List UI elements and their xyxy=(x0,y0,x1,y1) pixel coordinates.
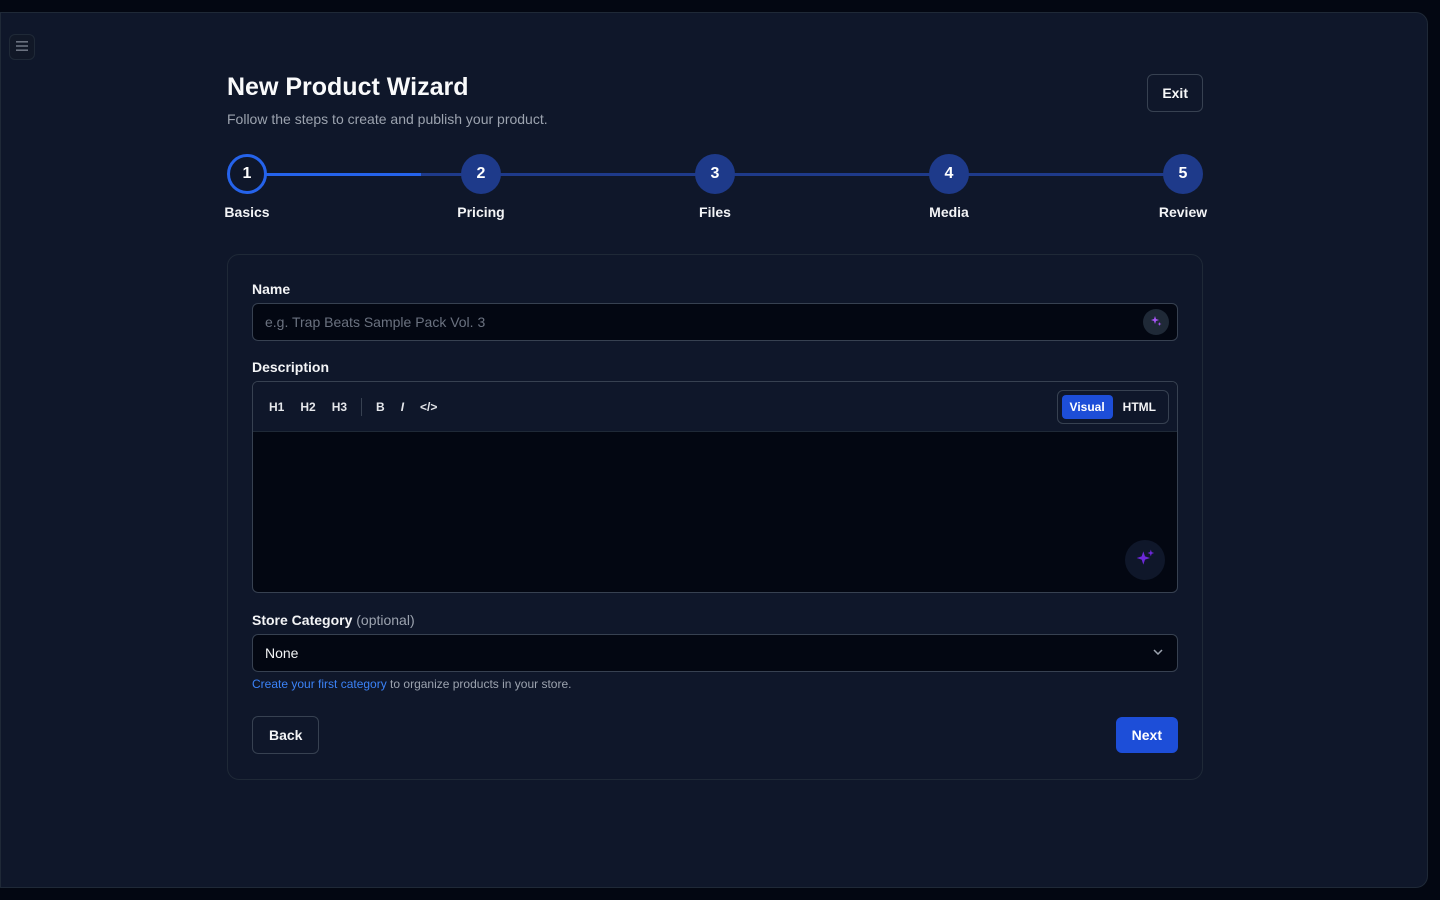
stepper: 1 Basics 2 Pricing 3 Files 4 Media 5 Rev… xyxy=(224,154,1207,224)
store-category-label: Store Category (optional) xyxy=(252,612,415,628)
sparkles-icon xyxy=(1150,315,1162,330)
editor-toolbar: H1 H2 H3 B I </> Visual HTML xyxy=(253,382,1177,432)
store-category-value: None xyxy=(265,645,299,661)
step-media[interactable]: 4 Media xyxy=(909,154,989,220)
chevron-down-icon xyxy=(1153,646,1163,658)
next-button[interactable]: Next xyxy=(1115,717,1178,753)
ai-generate-name-button[interactable] xyxy=(1143,309,1169,335)
step-basics[interactable]: 1 Basics xyxy=(207,154,287,220)
heading1-button[interactable]: H1 xyxy=(261,393,292,421)
step-label: Review xyxy=(1158,204,1208,220)
step-circle: 4 xyxy=(929,154,969,194)
name-field-wrapper xyxy=(252,303,1178,341)
name-input[interactable] xyxy=(253,304,1177,340)
step-label: Basics xyxy=(224,204,270,220)
hamburger-icon xyxy=(16,38,28,56)
step-pricing[interactable]: 2 Pricing xyxy=(441,154,521,220)
menu-button[interactable] xyxy=(9,34,35,60)
create-category-link[interactable]: Create your first category xyxy=(252,677,387,691)
store-category-select[interactable]: None xyxy=(252,634,1178,672)
editor-mode-toggle: Visual HTML xyxy=(1056,390,1169,424)
ai-generate-description-button[interactable] xyxy=(1125,540,1165,580)
app-frame: New Product Wizard Follow the steps to c… xyxy=(0,12,1428,888)
description-editor: H1 H2 H3 B I </> Visual HTML xyxy=(252,381,1178,593)
step-circle: 3 xyxy=(695,154,735,194)
step-circle: 2 xyxy=(461,154,501,194)
category-hint-text: to organize products in your store. xyxy=(386,677,572,691)
page-title: New Product Wizard xyxy=(227,73,469,101)
exit-button[interactable]: Exit xyxy=(1147,74,1203,112)
name-label: Name xyxy=(252,281,291,297)
step-label: Media xyxy=(929,204,969,220)
heading3-button[interactable]: H3 xyxy=(324,393,355,421)
store-category-label-text: Store Category xyxy=(252,612,353,628)
step-circle: 5 xyxy=(1163,154,1203,194)
sparkles-icon xyxy=(1135,548,1155,573)
step-label: Pricing xyxy=(457,204,505,220)
category-hint: Create your first category to organize p… xyxy=(252,677,571,691)
html-mode-button[interactable]: HTML xyxy=(1115,395,1164,419)
optional-tag: (optional) xyxy=(356,612,415,628)
bold-button[interactable]: B xyxy=(368,393,393,421)
description-textarea[interactable] xyxy=(253,432,1177,592)
description-label: Description xyxy=(252,359,330,375)
back-button[interactable]: Back xyxy=(252,716,320,754)
code-button[interactable]: </> xyxy=(412,393,445,421)
step-connector xyxy=(421,173,1183,176)
basics-form-card: Name Description H1 H2 H3 B I xyxy=(227,254,1203,780)
wizard-container: New Product Wizard Follow the steps to c… xyxy=(224,25,1207,780)
step-circle: 1 xyxy=(227,154,267,194)
page-subtitle: Follow the steps to create and publish y… xyxy=(227,111,548,127)
italic-button[interactable]: I xyxy=(393,393,412,421)
heading2-button[interactable]: H2 xyxy=(292,393,323,421)
step-label: Files xyxy=(699,204,731,220)
wizard-header: New Product Wizard Follow the steps to c… xyxy=(227,25,1203,155)
toolbar-divider xyxy=(361,397,363,416)
step-review[interactable]: 5 Review xyxy=(1143,154,1223,220)
visual-mode-button[interactable]: Visual xyxy=(1061,395,1113,419)
step-files[interactable]: 3 Files xyxy=(675,154,755,220)
